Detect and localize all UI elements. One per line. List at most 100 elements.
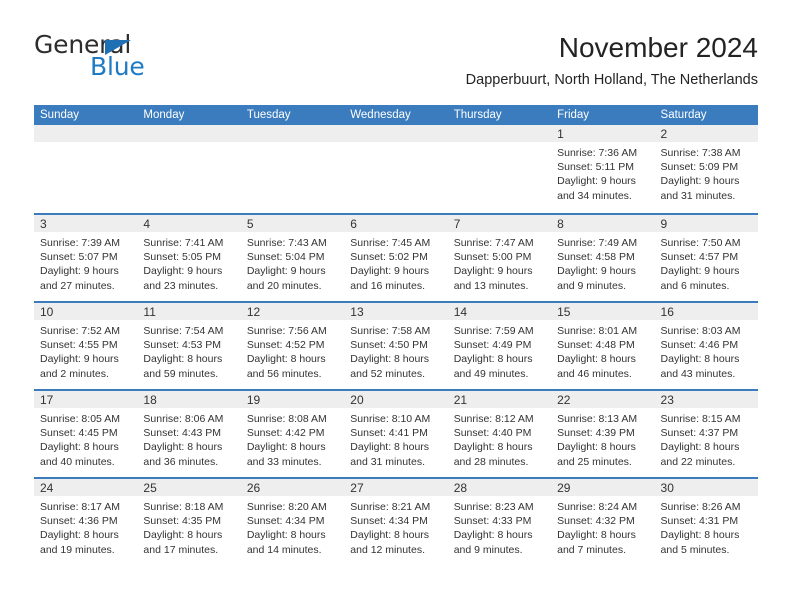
day-number: 21 — [453, 393, 468, 407]
day-cell-23[interactable]: 23 Sunrise: 8:15 AM Sunset: 4:37 PM Dayligh… — [654, 391, 758, 477]
detail-line: Sunrise: 8:03 AM — [660, 325, 741, 337]
day-details: Sunrise: 7:56 AM Sunset: 4:52 PM Daylight:… — [241, 320, 344, 381]
detail-line: Daylight: 8 hours — [40, 441, 119, 454]
day-cell-25[interactable]: 25 Sunrise: 8:18 AM Sunset: 4:35 PM Dayligh… — [137, 479, 241, 565]
day-number: 24 — [40, 481, 54, 495]
detail-line: Sunset: 4:50 PM — [350, 339, 428, 352]
detail-line: Sunrise: 8:08 AM — [246, 413, 327, 425]
detail-line: Sunset: 5:02 PM — [350, 251, 428, 264]
detail-line: Daylight: 8 hours — [40, 529, 119, 542]
detail-line: Daylight: 9 hours — [660, 175, 740, 188]
day-cell-1[interactable]: 1 Sunrise: 7:36 AM Sunset: 5:11 PM Daylight… — [551, 125, 655, 213]
day-number-band: 21 — [447, 391, 552, 408]
day-number-band: 26 — [240, 479, 345, 496]
detail-line: Sunrise: 8:01 AM — [557, 325, 638, 337]
day-details: Sunrise: 7:43 AM Sunset: 5:04 PM Daylight:… — [241, 232, 344, 293]
day-cell-10[interactable]: 10 Sunrise: 7:52 AM Sunset: 4:55 PM Dayligh… — [34, 303, 138, 389]
day-cell-4[interactable]: 4 Sunrise: 7:41 AM Sunset: 5:05 PM Daylight… — [137, 215, 241, 301]
day-cell-2[interactable]: 2 Sunrise: 7:38 AM Sunset: 5:09 PM Daylight… — [654, 125, 758, 213]
day-details: Sunrise: 8:08 AM Sunset: 4:42 PM Daylight:… — [241, 408, 344, 469]
calendar-week-row: 24 Sunrise: 8:17 AM Sunset: 4:36 PM Dayligh… — [34, 477, 758, 565]
day-number-band: 17 — [34, 391, 138, 408]
day-number-band: 24 — [34, 479, 138, 496]
detail-line: and 31 minutes. — [350, 455, 425, 468]
detail-line: Sunset: 4:48 PM — [557, 339, 635, 352]
detail-line: Sunrise: 7:43 AM — [246, 237, 327, 249]
detail-line: and 20 minutes. — [246, 279, 322, 292]
detail-line: and 59 minutes. — [143, 367, 219, 380]
day-number-band: 11 — [137, 303, 241, 320]
day-details: Sunrise: 7:36 AM Sunset: 5:11 PM Daylight:… — [551, 142, 654, 203]
day-cell-7[interactable]: 7 Sunrise: 7:47 AM Sunset: 5:00 PM Daylight… — [447, 215, 552, 301]
day-number: 16 — [660, 305, 674, 319]
day-number: 18 — [143, 393, 157, 407]
detail-line: Sunset: 4:33 PM — [453, 515, 532, 528]
day-cell-14[interactable]: 14 Sunrise: 7:59 AM Sunset: 4:49 PM Dayligh… — [447, 303, 552, 389]
day-cell-17[interactable]: 17 Sunrise: 8:05 AM Sunset: 4:45 PM Dayligh… — [34, 391, 138, 477]
day-number: 10 — [40, 305, 54, 319]
day-cell-6[interactable]: 6 Sunrise: 7:45 AM Sunset: 5:02 PM Daylight… — [344, 215, 448, 301]
detail-line: Sunset: 4:36 PM — [40, 515, 118, 528]
detail-line: Sunset: 5:04 PM — [246, 251, 325, 264]
day-details — [344, 142, 447, 146]
day-number-band: 29 — [551, 479, 655, 496]
day-cell-18[interactable]: 18 Sunrise: 8:06 AM Sunset: 4:43 PM Dayligh… — [137, 391, 241, 477]
day-cell-8[interactable]: 8 Sunrise: 7:49 AM Sunset: 4:58 PM Daylight… — [551, 215, 655, 301]
day-details: Sunrise: 8:10 AM Sunset: 4:41 PM Daylight:… — [344, 408, 447, 469]
day-cell-12[interactable]: 12 Sunrise: 7:56 AM Sunset: 4:52 PM Dayligh… — [240, 303, 345, 389]
detail-line: and 16 minutes. — [350, 279, 425, 292]
day-cell-13[interactable]: 13 Sunrise: 7:58 AM Sunset: 4:50 PM Dayligh… — [344, 303, 448, 389]
day-details: Sunrise: 8:12 AM Sunset: 4:40 PM Daylight:… — [448, 408, 551, 469]
detail-line: and 13 minutes. — [453, 279, 529, 292]
day-details: Sunrise: 8:17 AM Sunset: 4:36 PM Daylight:… — [34, 496, 137, 557]
detail-line: Daylight: 9 hours — [660, 265, 740, 278]
day-number-band: 25 — [137, 479, 241, 496]
day-details: Sunrise: 8:18 AM Sunset: 4:35 PM Daylight:… — [137, 496, 240, 557]
detail-line: Daylight: 8 hours — [660, 529, 740, 542]
detail-line: and 6 minutes. — [660, 279, 730, 292]
day-cell-26[interactable]: 26 Sunrise: 8:20 AM Sunset: 4:34 PM Dayligh… — [240, 479, 345, 565]
day-number-band: 15 — [551, 303, 655, 320]
day-number: 25 — [143, 481, 157, 495]
day-cell-24[interactable]: 24 Sunrise: 8:17 AM Sunset: 4:36 PM Dayligh… — [34, 479, 138, 565]
day-details — [448, 142, 551, 146]
day-number-band: 18 — [137, 391, 241, 408]
day-number: 13 — [350, 305, 364, 319]
day-details: Sunrise: 7:52 AM Sunset: 4:55 PM Daylight:… — [34, 320, 137, 381]
day-cell-19[interactable]: 19 Sunrise: 8:08 AM Sunset: 4:42 PM Dayligh… — [240, 391, 345, 477]
day-cell-30[interactable]: 30 Sunrise: 8:26 AM Sunset: 4:31 PM Dayligh… — [654, 479, 758, 565]
detail-line: Daylight: 9 hours — [40, 353, 119, 366]
day-cell-29[interactable]: 29 Sunrise: 8:24 AM Sunset: 4:32 PM Dayligh… — [551, 479, 655, 565]
day-details: Sunrise: 8:26 AM Sunset: 4:31 PM Daylight:… — [655, 496, 758, 557]
day-cell-11[interactable]: 11 Sunrise: 7:54 AM Sunset: 4:53 PM Dayligh… — [137, 303, 241, 389]
day-cell-20[interactable]: 20 Sunrise: 8:10 AM Sunset: 4:41 PM Dayligh… — [344, 391, 448, 477]
day-number: 5 — [246, 217, 254, 231]
detail-line: and 14 minutes. — [246, 543, 322, 556]
day-cell-3[interactable]: 3 Sunrise: 7:39 AM Sunset: 5:07 PM Daylight… — [34, 215, 138, 301]
detail-line: Sunrise: 8:17 AM — [40, 501, 120, 513]
detail-line: and 12 minutes. — [350, 543, 425, 556]
day-cell-27[interactable]: 27 Sunrise: 8:21 AM Sunset: 4:34 PM Dayligh… — [344, 479, 448, 565]
day-details: Sunrise: 7:45 AM Sunset: 5:02 PM Daylight:… — [344, 232, 447, 293]
general-blue-logo[interactable]: General Blue — [34, 32, 244, 88]
detail-line: Sunrise: 8:23 AM — [453, 501, 534, 513]
day-cell-5[interactable]: 5 Sunrise: 7:43 AM Sunset: 5:04 PM Daylight… — [240, 215, 345, 301]
detail-line: Sunset: 4:32 PM — [557, 515, 635, 528]
day-cell-22[interactable]: 22 Sunrise: 8:13 AM Sunset: 4:39 PM Dayligh… — [551, 391, 655, 477]
detail-line: and 25 minutes. — [557, 455, 632, 468]
day-details: Sunrise: 7:50 AM Sunset: 4:57 PM Daylight:… — [655, 232, 758, 293]
day-cell-28[interactable]: 28 Sunrise: 8:23 AM Sunset: 4:33 PM Dayligh… — [447, 479, 552, 565]
day-cell-16[interactable]: 16 Sunrise: 8:03 AM Sunset: 4:46 PM Dayligh… — [654, 303, 758, 389]
day-number-band — [344, 125, 448, 142]
day-number-band — [240, 125, 345, 142]
day-details: Sunrise: 8:13 AM Sunset: 4:39 PM Daylight:… — [551, 408, 654, 469]
day-cell-9[interactable]: 9 Sunrise: 7:50 AM Sunset: 4:57 PM Daylight… — [654, 215, 758, 301]
detail-line: Daylight: 8 hours — [660, 353, 740, 366]
detail-line: and 19 minutes. — [40, 543, 115, 556]
day-cell-15[interactable]: 15 Sunrise: 8:01 AM Sunset: 4:48 PM Dayligh… — [551, 303, 655, 389]
detail-line: Sunrise: 8:06 AM — [143, 413, 224, 425]
day-number: 2 — [660, 127, 668, 141]
day-number-band — [447, 125, 552, 142]
day-cell-21[interactable]: 21 Sunrise: 8:12 AM Sunset: 4:40 PM Dayligh… — [447, 391, 552, 477]
day-details — [137, 142, 240, 146]
